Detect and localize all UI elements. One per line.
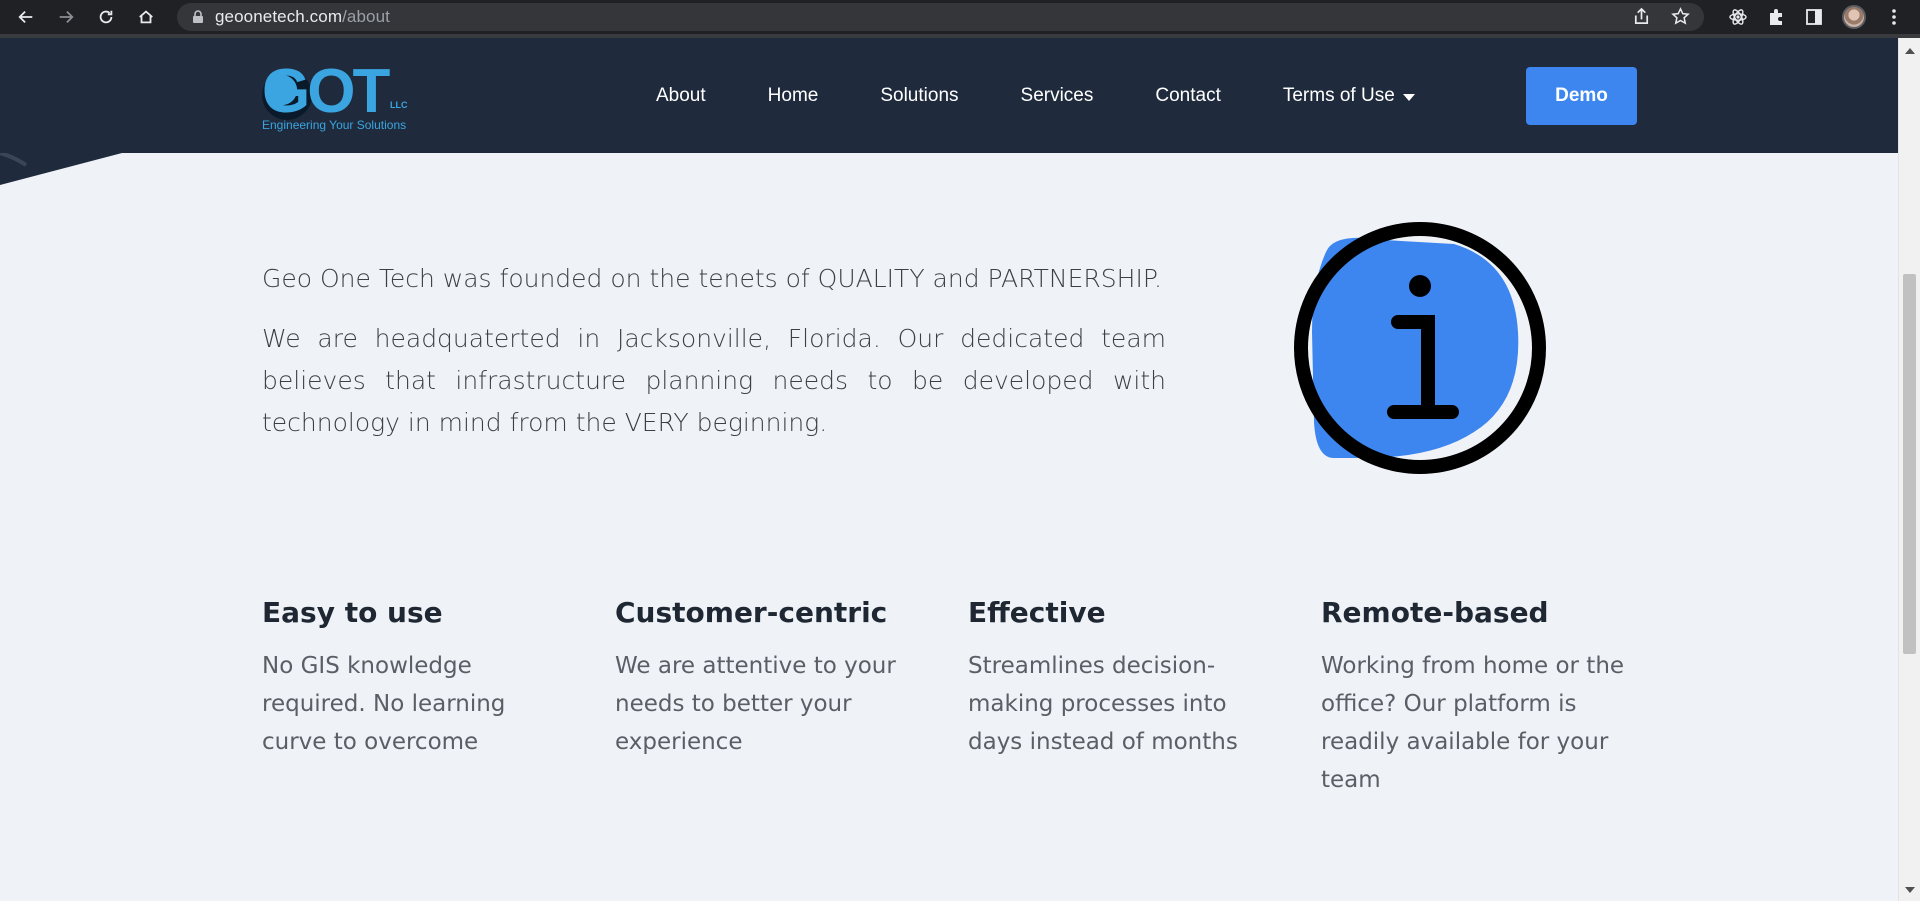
feature-title: Effective: [968, 596, 1106, 629]
feature-remote-based: Remote-based Working from home or the of…: [1321, 596, 1674, 799]
intro-paragraph-2: We are headquaterted in Jacksonville, Fl…: [262, 324, 1166, 437]
address-bar[interactable]: geoonetech.com/about: [177, 3, 1704, 31]
nav-about[interactable]: About: [656, 85, 706, 107]
arrow-right-icon: [59, 10, 74, 24]
nav-home[interactable]: Home: [768, 85, 819, 107]
feature-easy-to-use: Easy to use No GIS knowledge required. N…: [262, 596, 615, 799]
bookmark-star-icon[interactable]: [1671, 7, 1690, 26]
home-icon: [139, 10, 153, 24]
feature-text: Streamlines decision-making processes in…: [968, 653, 1238, 755]
feature-effective: Effective Streamlines decision-making pr…: [968, 596, 1321, 799]
forward-button[interactable]: [46, 0, 86, 34]
profile-avatar[interactable]: [1842, 5, 1866, 29]
features-list: Easy to use No GIS knowledge required. N…: [262, 596, 1674, 799]
reload-icon: [99, 10, 113, 24]
header-wedge-decoration: [0, 153, 122, 185]
info-icon: [1294, 222, 1546, 474]
nav-terms-label: Terms of Use: [1282, 84, 1395, 106]
reload-button[interactable]: [86, 0, 126, 34]
feature-text: Working from home or the office? Our pla…: [1321, 653, 1625, 793]
browser-toolbar: geoonetech.com/about: [0, 0, 1920, 34]
arrow-left-icon: [18, 10, 33, 24]
feature-title: Remote-based: [1321, 596, 1549, 629]
nav-services[interactable]: Services: [1021, 85, 1094, 107]
intro-paragraph-1: Geo One Tech was founded on the tenets o…: [262, 264, 1162, 293]
scroll-down-arrow-icon[interactable]: [1905, 887, 1915, 893]
feature-title: Customer-centric: [615, 596, 888, 629]
url-domain: geoonetech.com: [215, 7, 343, 26]
extensions-puzzle-icon[interactable]: [1766, 7, 1786, 27]
logo-text: GOT: [262, 57, 390, 126]
main-nav: About Home Solutions Services Contact Te…: [656, 38, 1477, 153]
react-devtools-icon[interactable]: [1728, 7, 1748, 27]
page-scrollbar[interactable]: [1898, 38, 1920, 901]
feature-text: We are attentive to your needs to better…: [615, 653, 896, 755]
site-header: GOT LLC Engineering Your Solutions About…: [0, 38, 1898, 153]
feature-customer-centric: Customer-centric We are attentive to you…: [615, 596, 968, 799]
logo-tagline: Engineering Your Solutions: [262, 118, 407, 132]
feature-text: No GIS knowledge required. No learning c…: [262, 653, 506, 755]
scroll-thumb[interactable]: [1903, 274, 1916, 654]
side-panel-icon[interactable]: [1804, 7, 1824, 27]
nav-contact[interactable]: Contact: [1155, 85, 1220, 107]
url-text: geoonetech.com/about: [215, 7, 390, 27]
feature-title: Easy to use: [262, 596, 443, 629]
home-button[interactable]: [126, 0, 166, 34]
share-icon[interactable]: [1632, 7, 1651, 26]
logo-suffix: LLC: [390, 100, 408, 110]
caret-down-icon: [1402, 94, 1415, 101]
nav-terms-dropdown[interactable]: Terms of Use: [1283, 85, 1415, 107]
company-logo[interactable]: GOT LLC Engineering Your Solutions: [262, 60, 417, 135]
more-menu-icon[interactable]: [1884, 7, 1904, 27]
demo-button[interactable]: Demo: [1526, 67, 1637, 125]
lock-icon: [193, 10, 203, 23]
scroll-up-arrow-icon[interactable]: [1905, 48, 1915, 54]
url-path: /about: [342, 7, 390, 26]
back-button[interactable]: [6, 0, 46, 34]
about-intro: Geo One Tech was founded on the tenets o…: [262, 258, 1166, 444]
nav-solutions[interactable]: Solutions: [880, 85, 958, 107]
